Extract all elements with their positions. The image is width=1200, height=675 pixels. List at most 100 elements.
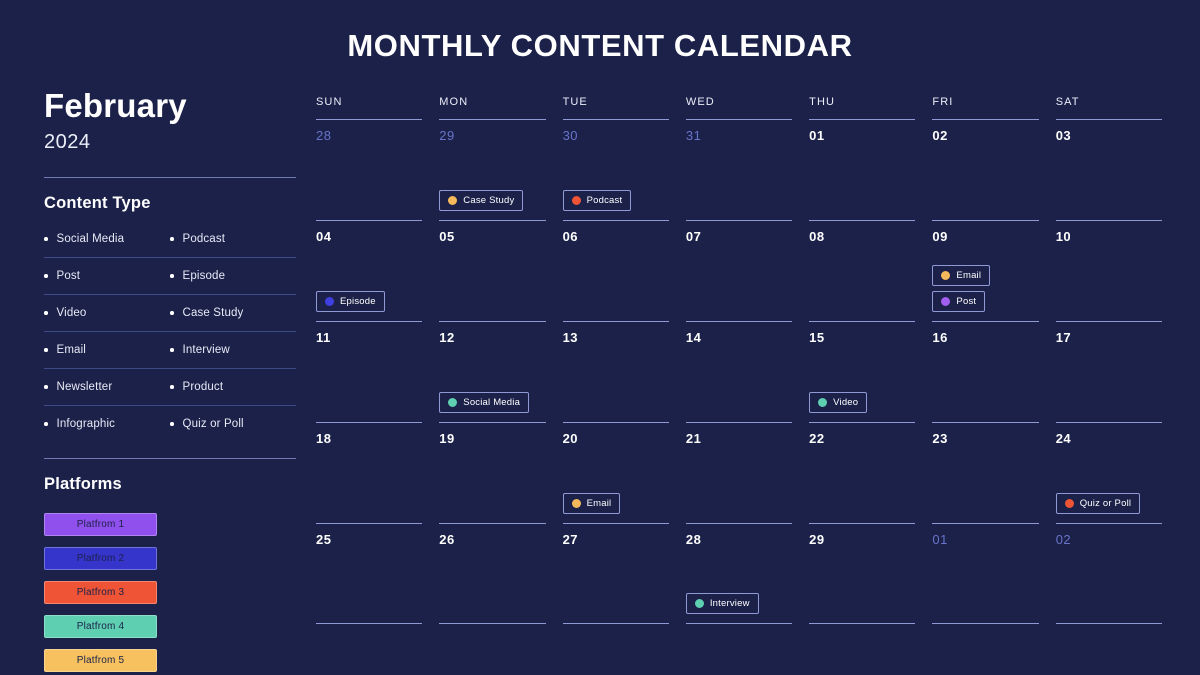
calendar-day-cell[interactable]: 13 bbox=[562, 321, 669, 422]
calendar-day-cell[interactable]: 08 bbox=[809, 220, 916, 321]
day-number: 15 bbox=[809, 330, 825, 345]
calendar-day-cell[interactable]: 22 bbox=[809, 422, 916, 523]
bullet-icon bbox=[44, 311, 48, 315]
platform-button[interactable]: Platfrom 3 bbox=[44, 580, 157, 604]
content-type-item[interactable]: Post bbox=[44, 270, 170, 282]
content-type-item[interactable]: Newsletter bbox=[44, 381, 170, 393]
calendar-day-cell[interactable]: 12 Social Media bbox=[439, 321, 546, 422]
calendar-day-cell[interactable]: 23 bbox=[932, 422, 1039, 523]
calendar-day-cell[interactable]: 02 bbox=[1055, 523, 1162, 624]
calendar-day-cell[interactable]: 18 bbox=[316, 422, 423, 523]
bullet-icon bbox=[170, 422, 174, 426]
calendar-day-cell[interactable]: 30 Podcast bbox=[562, 119, 669, 220]
event-chip[interactable]: Social Media bbox=[439, 392, 530, 413]
event-chip-label: Post bbox=[956, 296, 977, 307]
calendar-day-cell[interactable]: 28 Interview bbox=[685, 523, 793, 624]
platform-button-label: Platfrom 4 bbox=[76, 620, 125, 632]
calendar-day-cell[interactable]: 01 bbox=[932, 523, 1039, 624]
platform-button-label: Platfrom 2 bbox=[76, 552, 125, 564]
day-number: 29 bbox=[439, 128, 455, 143]
event-chip[interactable]: Email bbox=[562, 493, 621, 514]
day-number: 28 bbox=[316, 128, 332, 143]
bullet-icon bbox=[44, 274, 48, 278]
day-number: 08 bbox=[809, 229, 825, 244]
calendar-day-cell[interactable]: 06 bbox=[562, 220, 669, 321]
calendar-day-cell[interactable]: 02 bbox=[932, 119, 1039, 220]
calendar-day-cell[interactable]: 05 bbox=[439, 220, 546, 321]
weekday-label-thu: THU bbox=[809, 96, 836, 108]
day-number: 24 bbox=[1055, 431, 1072, 446]
day-number: 20 bbox=[562, 431, 579, 446]
content-type-item[interactable]: Video bbox=[44, 307, 170, 319]
day-number: 04 bbox=[316, 229, 332, 244]
content-type-label: Product bbox=[182, 380, 224, 393]
calendar-day-cell[interactable]: 29 Case Study bbox=[439, 119, 546, 220]
content-type-list: Social Media Podcast Post Episode Video Case … bbox=[44, 233, 296, 430]
calendar-day-cell[interactable]: 14 bbox=[685, 321, 793, 422]
calendar-day-cell[interactable]: 25 bbox=[316, 523, 423, 624]
calendar-day-cell[interactable]: 03 bbox=[1055, 119, 1162, 220]
event-color-dot-icon bbox=[571, 196, 581, 205]
day-number: 23 bbox=[932, 431, 948, 446]
content-type-label: Post bbox=[56, 269, 81, 282]
calendar-day-cell[interactable]: 11 bbox=[316, 321, 423, 422]
calendar-day-cell[interactable]: 01 bbox=[809, 119, 916, 220]
calendar-day-cell[interactable]: 24 Quiz or Poll bbox=[1055, 422, 1162, 523]
event-chip[interactable]: Post bbox=[932, 291, 986, 312]
bullet-icon bbox=[170, 237, 174, 241]
event-chip-label: Interview bbox=[709, 598, 750, 609]
content-type-item[interactable]: Social Media bbox=[44, 233, 170, 245]
content-type-item[interactable]: Quiz or Poll bbox=[170, 418, 296, 430]
calendar-day-cell[interactable]: 09 Post Email bbox=[932, 220, 1039, 321]
calendar-day-cell[interactable]: 31 bbox=[685, 119, 793, 220]
content-type-item[interactable]: Case Study bbox=[170, 307, 296, 319]
weekday-header-row: SUN MON TUE WED THU FRI SAT bbox=[316, 96, 1162, 119]
event-chip-label: Email bbox=[586, 498, 612, 509]
calendar-day-cell[interactable]: 21 bbox=[685, 422, 793, 523]
day-number: 07 bbox=[685, 229, 702, 244]
event-chip-list: Podcast bbox=[562, 190, 669, 211]
platform-button[interactable]: Platfrom 5 bbox=[44, 648, 157, 672]
calendar-day-cell[interactable]: 07 bbox=[685, 220, 793, 321]
event-chip-list: Post Email bbox=[932, 265, 1038, 312]
calendar-day-cell[interactable]: 28 bbox=[316, 119, 423, 220]
platform-button-label: Platfrom 5 bbox=[76, 654, 125, 666]
event-chip[interactable]: Podcast bbox=[562, 190, 632, 211]
calendar-day-cell[interactable]: 04 Episode bbox=[316, 220, 423, 321]
content-type-item[interactable]: Interview bbox=[170, 344, 296, 356]
platform-button[interactable]: Platfrom 4 bbox=[44, 614, 157, 638]
content-type-row: Infographic Quiz or Poll bbox=[44, 418, 296, 430]
event-chip-label: Quiz or Poll bbox=[1079, 498, 1132, 509]
bullet-icon bbox=[170, 311, 174, 315]
event-chip[interactable]: Video bbox=[809, 392, 868, 413]
platform-button[interactable]: Platfrom 1 bbox=[44, 512, 157, 536]
calendar-day-cell[interactable]: 29 bbox=[809, 523, 916, 624]
platform-button-label: Platfrom 1 bbox=[76, 518, 125, 530]
event-chip[interactable]: Case Study bbox=[439, 190, 524, 211]
day-number: 19 bbox=[439, 431, 455, 446]
content-type-item[interactable]: Email bbox=[44, 344, 170, 356]
content-type-item[interactable]: Episode bbox=[170, 270, 296, 282]
bullet-icon bbox=[170, 385, 174, 389]
event-chip[interactable]: Interview bbox=[685, 593, 759, 614]
content-type-item[interactable]: Podcast bbox=[170, 233, 296, 245]
calendar-day-cell[interactable]: 17 bbox=[1055, 321, 1162, 422]
event-chip[interactable]: Quiz or Poll bbox=[1055, 493, 1141, 514]
event-chip[interactable]: Episode bbox=[316, 291, 385, 312]
content-type-item[interactable]: Infographic bbox=[44, 418, 170, 430]
calendar-page: MONTHLY CONTENT CALENDAR February 2024 C… bbox=[0, 0, 1200, 675]
event-chip-list: Quiz or Poll bbox=[1055, 493, 1162, 514]
platform-button[interactable]: Platfrom 2 bbox=[44, 546, 157, 570]
event-chip-label: Email bbox=[956, 270, 982, 281]
sidebar: February 2024 Content Type Social Media P… bbox=[44, 87, 296, 672]
event-chip[interactable]: Email bbox=[932, 265, 991, 286]
calendar-day-cell[interactable]: 10 bbox=[1055, 220, 1162, 321]
calendar-day-cell[interactable]: 26 bbox=[439, 523, 546, 624]
calendar-day-cell[interactable]: 20 Email bbox=[562, 422, 669, 523]
calendar-day-cell[interactable]: 19 bbox=[439, 422, 546, 523]
calendar-day-cell[interactable]: 16 bbox=[932, 321, 1039, 422]
content-type-item[interactable]: Product bbox=[170, 381, 296, 393]
calendar-day-cell[interactable]: 15 Video bbox=[809, 321, 916, 422]
event-color-dot-icon bbox=[325, 297, 334, 306]
calendar-day-cell[interactable]: 27 bbox=[562, 523, 669, 624]
